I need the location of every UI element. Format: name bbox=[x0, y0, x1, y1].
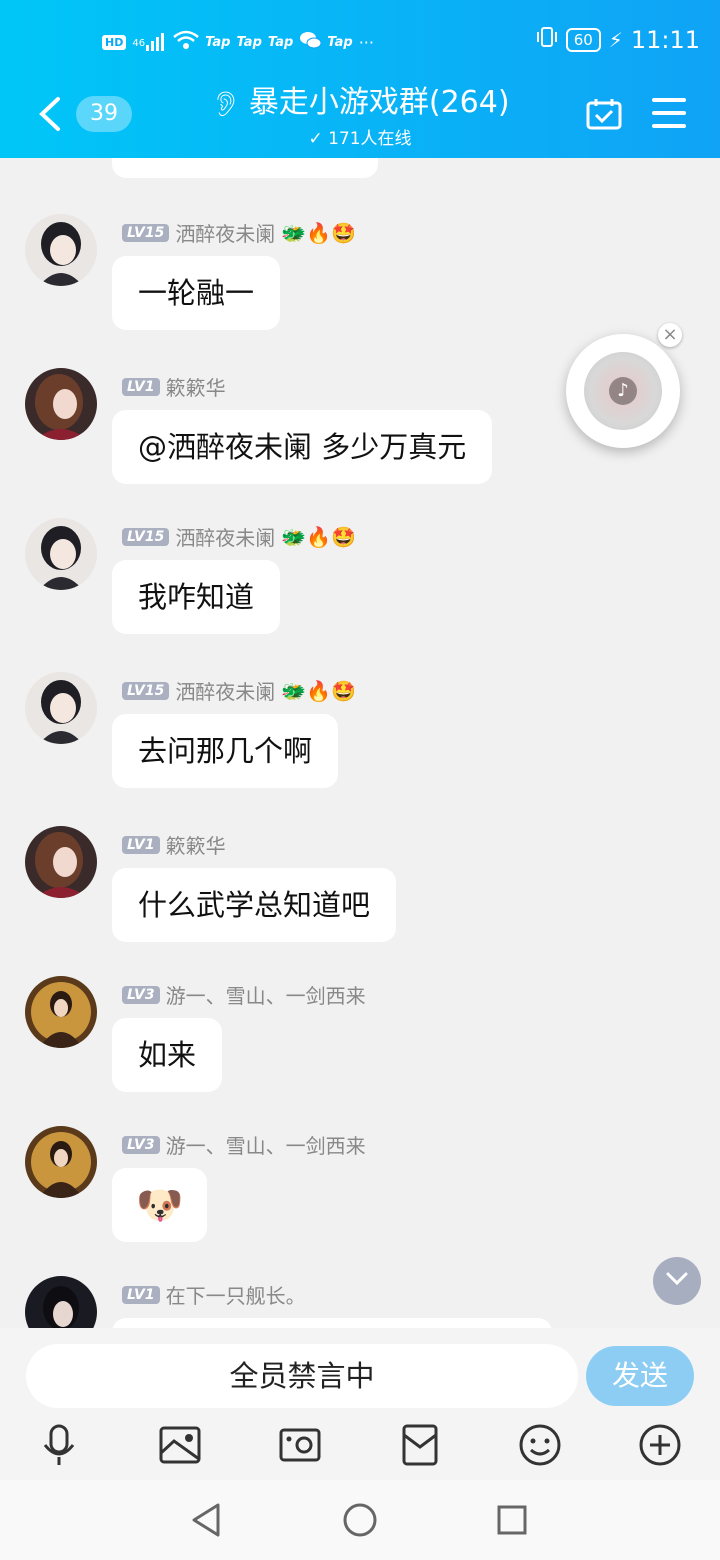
sender-name[interactable]: 游一、雪山、一剑西来 bbox=[166, 1130, 366, 1159]
recents-square-icon[interactable] bbox=[496, 1504, 528, 1536]
avatar[interactable] bbox=[25, 1126, 97, 1198]
message-bubble[interactable] bbox=[112, 1318, 552, 1328]
red-packet-button[interactable] bbox=[398, 1423, 442, 1467]
status-bar: HD 46 Tap Tap Tap Tap ··· 60 ⚡ 11:11 bbox=[0, 22, 720, 62]
chat-area[interactable]: LV15 洒醉夜未阑 🐲🔥🤩 一轮融一 LV1 簌簌华 @洒醉夜未阑 多少万真元 LV… bbox=[0, 158, 720, 1328]
taptap-icon: Tap bbox=[327, 34, 353, 50]
sender-name[interactable]: 洒醉夜未阑 bbox=[175, 522, 275, 551]
camera-button[interactable] bbox=[278, 1423, 322, 1467]
signal-icon: 46 bbox=[132, 31, 167, 54]
title-badges: 🐲🔥🤩 bbox=[281, 678, 357, 703]
system-nav-bar bbox=[0, 1480, 720, 1560]
sender-name[interactable]: 簌簌华 bbox=[166, 830, 226, 859]
vibrate-icon bbox=[536, 26, 558, 54]
taptap-icon: Tap bbox=[236, 34, 262, 50]
level-badge: LV15 bbox=[122, 223, 170, 242]
floating-music-player[interactable]: ♪ bbox=[566, 334, 680, 448]
avatar[interactable] bbox=[25, 368, 97, 440]
send-button[interactable]: 发送 bbox=[586, 1346, 694, 1406]
message-bubble[interactable]: 我咋知道 bbox=[112, 560, 281, 634]
photo-button[interactable] bbox=[158, 1423, 202, 1467]
level-badge: LV3 bbox=[122, 985, 160, 1004]
avatar[interactable] bbox=[25, 672, 97, 744]
message-bubble[interactable]: @洒醉夜未阑 多少万真元 bbox=[112, 410, 493, 484]
plus-circle-icon bbox=[639, 1424, 681, 1466]
sender-name[interactable]: 游一、雪山、一剑西来 bbox=[166, 980, 366, 1009]
menu-icon bbox=[652, 98, 686, 102]
wechat-icon bbox=[299, 30, 322, 54]
calendar-check-icon bbox=[586, 99, 622, 130]
avatar[interactable] bbox=[25, 214, 97, 286]
check-circle-icon: ✓ bbox=[308, 129, 323, 149]
header: HD 46 Tap Tap Tap Tap ··· 60 ⚡ 11:11 39 … bbox=[0, 0, 720, 158]
level-badge: LV1 bbox=[122, 835, 160, 854]
level-badge: LV15 bbox=[122, 681, 170, 700]
microphone-icon bbox=[43, 1424, 75, 1465]
message-bubble[interactable]: 去问那几个啊 bbox=[112, 714, 339, 788]
message-input[interactable]: 全员禁言中 bbox=[26, 1344, 578, 1408]
menu-button[interactable] bbox=[652, 98, 686, 128]
avatar[interactable] bbox=[25, 1276, 97, 1328]
level-badge: LV1 bbox=[122, 1285, 160, 1304]
sender-name[interactable]: 在下一只舰长。 bbox=[166, 1280, 306, 1309]
smiley-icon bbox=[519, 1424, 561, 1466]
charging-icon: ⚡ bbox=[608, 28, 623, 52]
avatar[interactable] bbox=[25, 826, 97, 898]
more-button[interactable] bbox=[638, 1423, 682, 1467]
message-bubble[interactable]: 什么武学总知道吧 bbox=[112, 868, 397, 942]
level-badge: LV3 bbox=[122, 1135, 160, 1154]
clock: 11:11 bbox=[630, 26, 700, 54]
image-icon bbox=[159, 1426, 201, 1464]
sender-name[interactable]: 洒醉夜未阑 bbox=[175, 218, 275, 247]
calendar-check-button[interactable] bbox=[586, 98, 622, 130]
home-circle-icon[interactable] bbox=[342, 1502, 378, 1538]
taptap-icon: Tap bbox=[205, 34, 231, 50]
level-badge: LV15 bbox=[122, 527, 170, 546]
input-bar: 全员禁言中 发送 bbox=[0, 1328, 720, 1480]
close-icon[interactable]: × bbox=[658, 323, 682, 347]
avatar[interactable] bbox=[25, 518, 97, 590]
taptap-icon: Tap bbox=[267, 34, 294, 50]
title-badges: 🐲🔥🤩 bbox=[281, 524, 357, 549]
ear-icon: 👂︎ bbox=[210, 90, 241, 118]
message-bubble[interactable]: 一轮融一 bbox=[112, 256, 281, 330]
emoji-button[interactable] bbox=[518, 1423, 562, 1467]
music-note-icon: ♪ bbox=[609, 377, 637, 405]
chevron-down-icon bbox=[666, 1272, 688, 1286]
sender-name[interactable]: 簌簌华 bbox=[166, 372, 226, 401]
avatar[interactable] bbox=[25, 976, 97, 1048]
level-badge: LV1 bbox=[122, 377, 160, 396]
scroll-to-bottom-button[interactable] bbox=[653, 1257, 701, 1305]
back-triangle-icon[interactable] bbox=[190, 1502, 222, 1538]
title-badges: 🐲🔥🤩 bbox=[281, 220, 357, 245]
hd-badge: HD bbox=[102, 34, 127, 50]
message-bubble[interactable] bbox=[112, 158, 378, 178]
voice-button[interactable] bbox=[38, 1423, 82, 1467]
sender-name[interactable]: 洒醉夜未阑 bbox=[175, 676, 275, 705]
red-packet-icon bbox=[402, 1424, 438, 1466]
wifi-icon bbox=[173, 30, 199, 54]
message-bubble[interactable]: 如来 bbox=[112, 1018, 223, 1092]
sticker-message[interactable]: 🐶 bbox=[112, 1168, 208, 1242]
more-notifications-icon: ··· bbox=[358, 32, 374, 52]
battery-indicator: 60 bbox=[565, 28, 601, 52]
camera-icon bbox=[279, 1428, 321, 1462]
